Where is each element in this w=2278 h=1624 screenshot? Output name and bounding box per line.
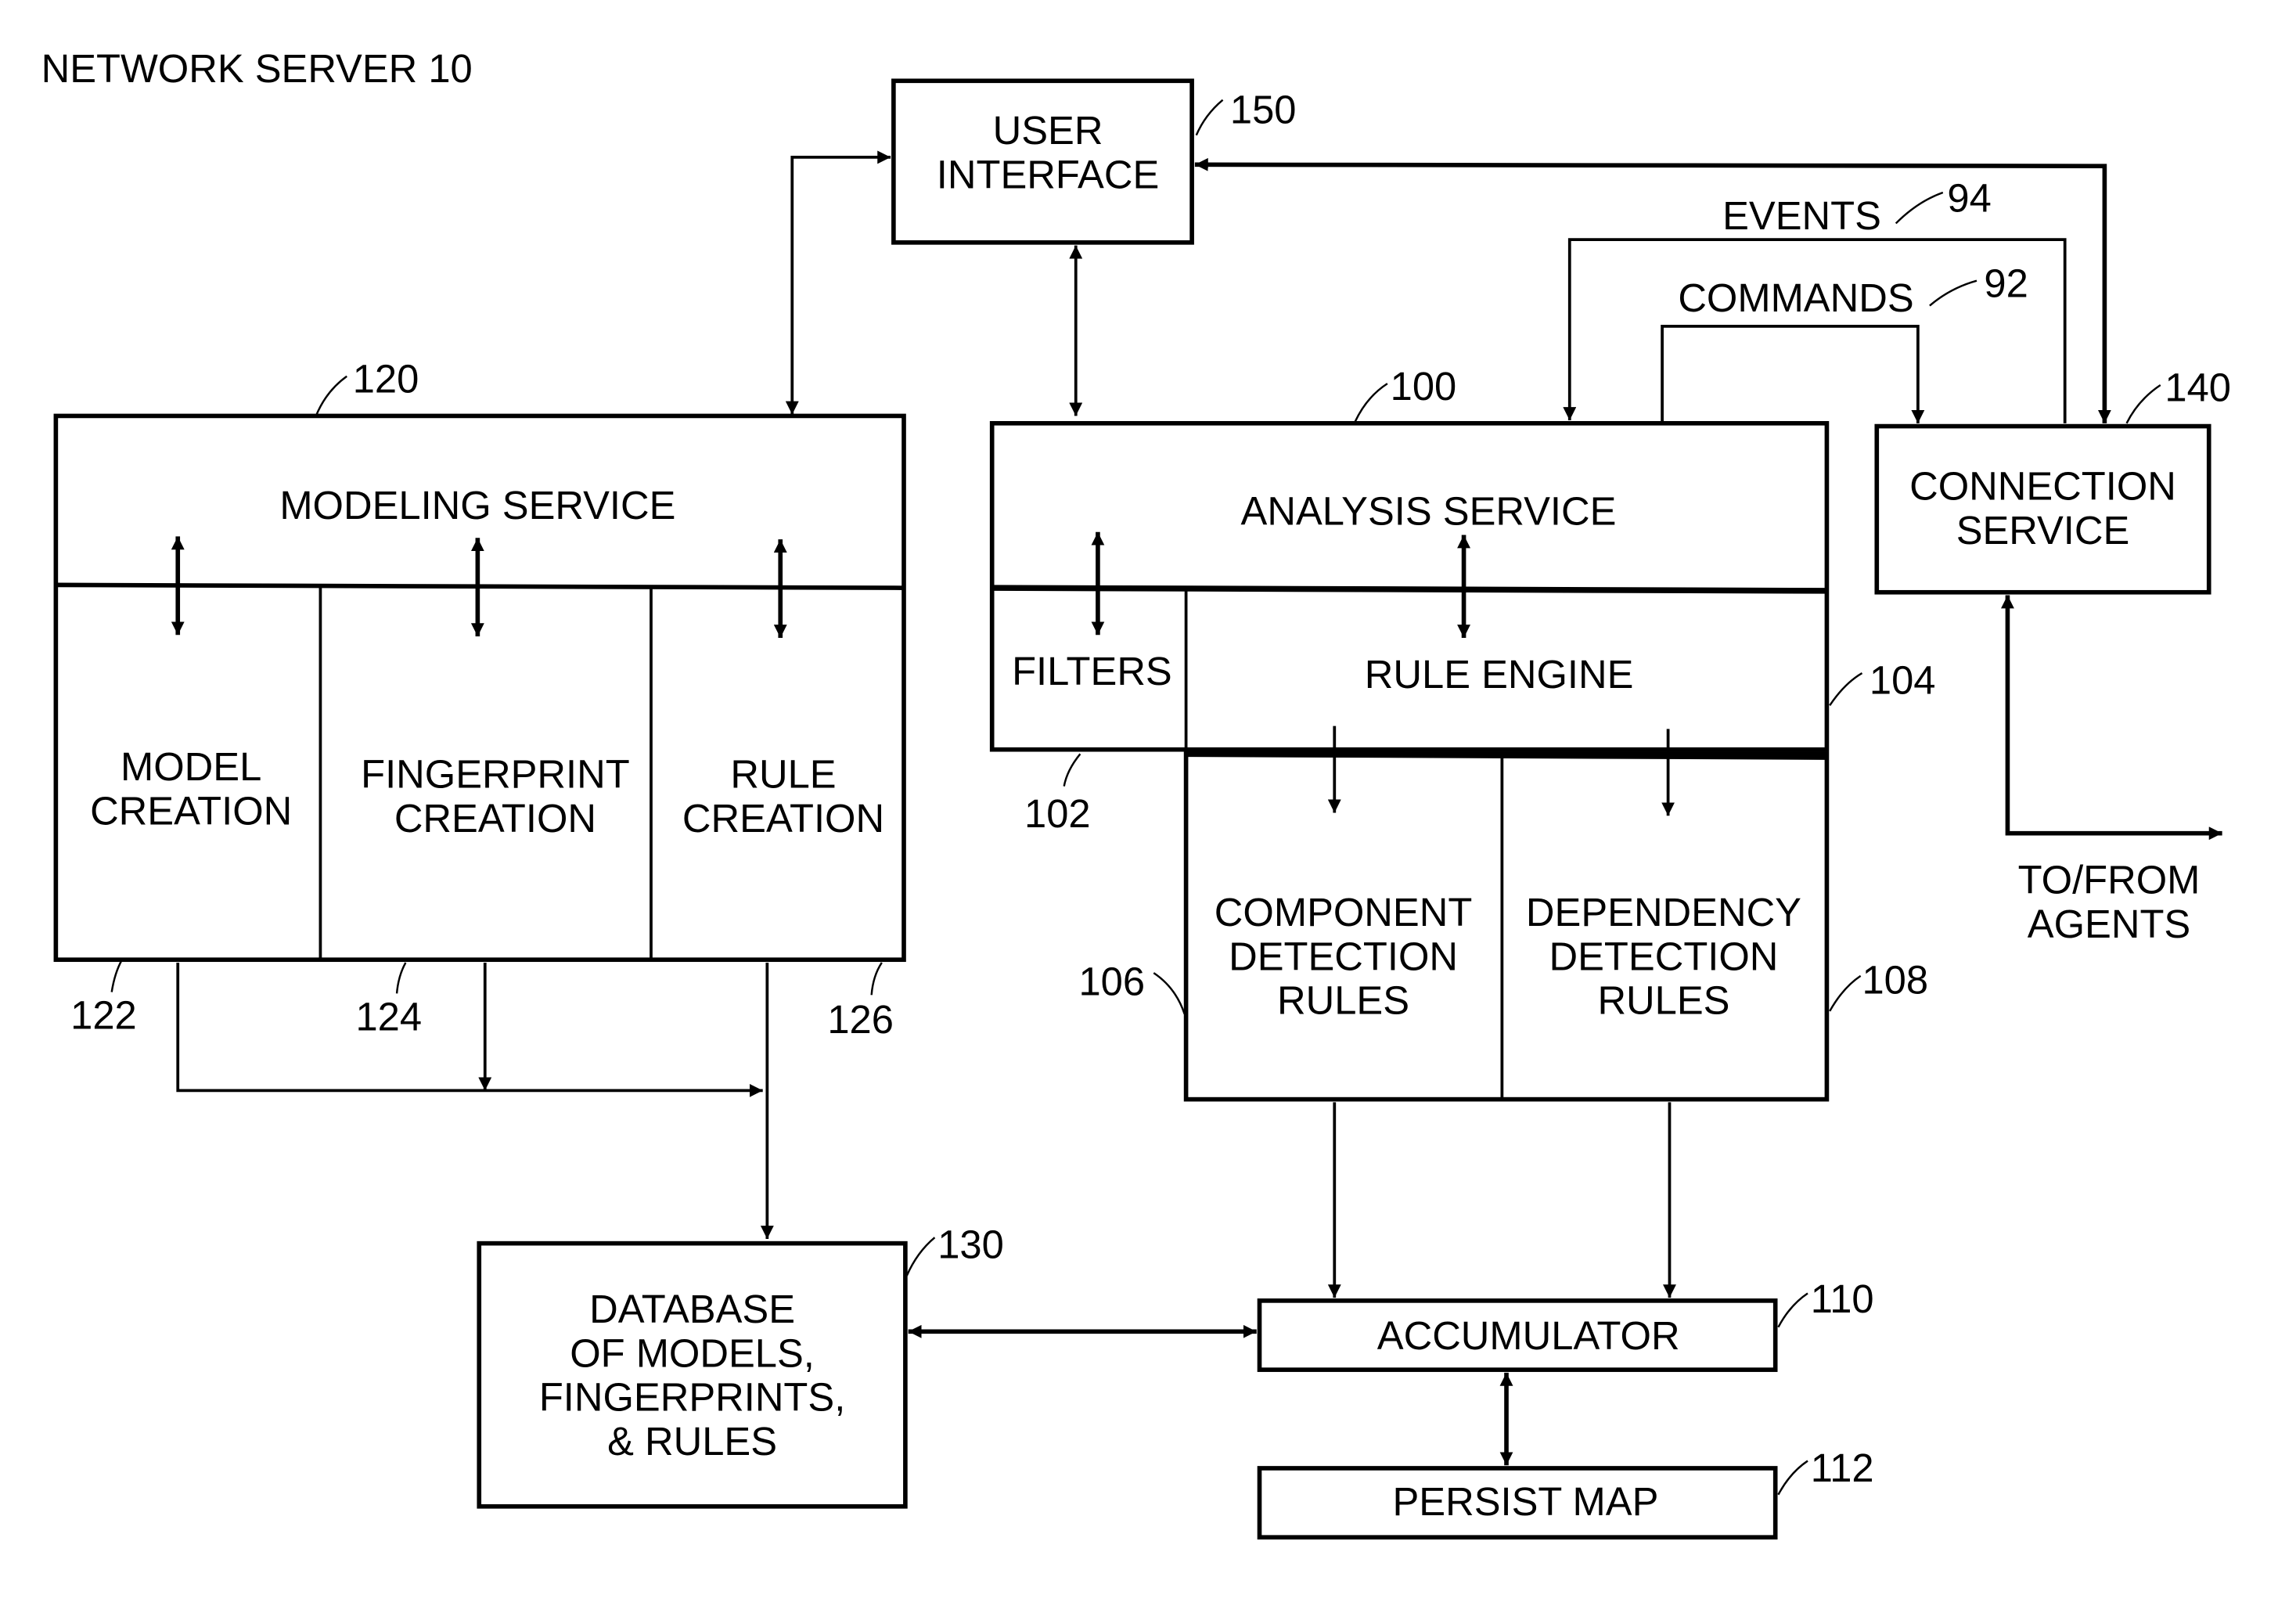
ref-leader-112 bbox=[1777, 1460, 1808, 1496]
ref-122: 122 bbox=[70, 992, 137, 1037]
detection-rules-block: COMPONENT DETECTION RULES DEPENDENCY DET… bbox=[1078, 726, 1929, 1102]
database-label-line-4: & RULES bbox=[607, 1419, 777, 1464]
ref-100: 100 bbox=[1391, 364, 1457, 409]
ref-124: 124 bbox=[355, 994, 422, 1039]
commands-label: COMMANDS bbox=[1678, 275, 1913, 320]
ref-leader-124 bbox=[395, 962, 407, 994]
ref-112: 112 bbox=[1811, 1446, 1874, 1490]
ref-leader-106 bbox=[1153, 972, 1186, 1015]
rule-creation-label-line-1: RULE bbox=[730, 752, 836, 797]
user-interface-block: USER INTERFACE 150 bbox=[891, 78, 1297, 245]
ref-leader-104 bbox=[1829, 672, 1863, 707]
ref-leader-94 bbox=[1895, 191, 1944, 225]
ref-leader-120 bbox=[315, 375, 347, 416]
accumulator-label: ACCUMULATOR bbox=[1377, 1313, 1680, 1358]
ref-leader-102 bbox=[1063, 753, 1081, 787]
ui-modeling-double-arrow bbox=[785, 150, 891, 415]
database-label-line-1: DATABASE bbox=[589, 1287, 795, 1331]
ref-102: 102 bbox=[1024, 791, 1091, 836]
ref-108: 108 bbox=[1862, 957, 1929, 1002]
filters-label: FILTERS bbox=[1012, 649, 1172, 693]
connection-agents-arrow bbox=[2000, 595, 2222, 841]
analysis-divider bbox=[991, 585, 1827, 594]
modeling-service-label: MODELING SERVICE bbox=[279, 483, 675, 528]
dependency-rules-label-line-2: DETECTION bbox=[1549, 934, 1779, 978]
connection-service-block: CONNECTION SERVICE 140 TO/FROM AGENTS bbox=[1874, 365, 2231, 946]
component-rules-label-line-2: DETECTION bbox=[1229, 934, 1458, 978]
ref-leader-140 bbox=[2125, 383, 2161, 424]
database-block: DATABASE OF MODELS, FINGERPRINTS, & RULE… bbox=[477, 1222, 1004, 1509]
model-creation-label-line-2: CREATION bbox=[90, 788, 292, 833]
accumulator-block: ACCUMULATOR 110 bbox=[1257, 1277, 1874, 1372]
database-label-line-3: FINGERPRINTS, bbox=[539, 1375, 845, 1420]
ref-leader-108 bbox=[1829, 974, 1862, 1012]
analysis-service-label: ANALYSIS SERVICE bbox=[1241, 488, 1617, 533]
dependency-rules-label-line-1: DEPENDENCY bbox=[1526, 890, 1801, 934]
events-label: EVENTS bbox=[1722, 193, 1881, 238]
rule-engine-label: RULE ENGINE bbox=[1365, 652, 1634, 697]
ref-106: 106 bbox=[1078, 959, 1145, 1003]
user-interface-label-line-1: USER bbox=[993, 108, 1103, 153]
ref-104: 104 bbox=[1870, 657, 1936, 702]
ref-120: 120 bbox=[353, 356, 419, 401]
dependency-rules-label-line-3: RULES bbox=[1597, 978, 1729, 1023]
modeling-service-block: MODELING SERVICE 120 MODEL CREATION FING… bbox=[53, 356, 906, 1042]
connection-service-label-line-2: SERVICE bbox=[1956, 508, 2130, 553]
ref-leader-150 bbox=[1195, 99, 1224, 136]
ref-150: 150 bbox=[1230, 88, 1297, 132]
agents-label-line-2: AGENTS bbox=[2028, 902, 2190, 946]
database-label-line-2: OF MODELS, bbox=[570, 1331, 815, 1375]
ref-leader-100 bbox=[1354, 383, 1388, 423]
user-interface-label-line-2: INTERFACE bbox=[937, 152, 1159, 196]
ref-leader-92 bbox=[1929, 279, 1978, 307]
ref-leader-122 bbox=[110, 959, 123, 992]
commands-arrow bbox=[1661, 325, 1925, 423]
detection-top-border bbox=[1186, 751, 1827, 760]
ref-leader-130 bbox=[905, 1237, 936, 1277]
diagram-title: NETWORK SERVER 10 bbox=[41, 46, 473, 91]
component-rules-label-line-1: COMPONENT bbox=[1215, 890, 1472, 934]
ref-leader-126 bbox=[870, 962, 883, 996]
fingerprint-creation-label-line-1: FINGERPRINT bbox=[361, 752, 630, 797]
events-commands-flows: EVENTS 94 COMMANDS 92 bbox=[1194, 157, 2111, 423]
ref-126: 126 bbox=[827, 997, 894, 1042]
persist-map-block: PERSIST MAP 112 bbox=[1257, 1446, 1874, 1540]
ref-110: 110 bbox=[1811, 1277, 1874, 1321]
fingerprint-creation-label-line-2: CREATION bbox=[394, 796, 596, 841]
agents-label-line-1: TO/FROM bbox=[2018, 858, 2201, 902]
ref-leader-110 bbox=[1777, 1292, 1808, 1328]
network-server-diagram: NETWORK SERVER 10 USER INTERFACE 150 MOD… bbox=[41, 46, 2231, 1540]
connection-service-label-line-1: CONNECTION bbox=[1909, 463, 2176, 508]
ref-92: 92 bbox=[1984, 261, 2028, 305]
ref-94: 94 bbox=[1947, 175, 1991, 220]
ref-140: 140 bbox=[2165, 365, 2231, 410]
model-creation-to-database-arrow bbox=[176, 962, 763, 1097]
ref-130: 130 bbox=[937, 1222, 1004, 1266]
component-rules-label-line-3: RULES bbox=[1277, 978, 1409, 1023]
persist-map-label: PERSIST MAP bbox=[1392, 1479, 1658, 1524]
rule-creation-label-line-2: CREATION bbox=[682, 796, 884, 841]
modeling-to-database-flows bbox=[176, 962, 774, 1240]
model-creation-label-line-1: MODEL bbox=[121, 744, 261, 789]
